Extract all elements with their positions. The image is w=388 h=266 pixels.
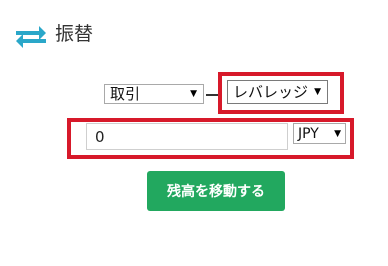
amount-input[interactable]	[86, 123, 288, 150]
to-account-select[interactable]: レバレッジ ▼	[227, 80, 328, 104]
from-account-select[interactable]: 取引 ▼	[104, 84, 204, 104]
transfer-balance-button[interactable]: 残高を移動する	[147, 171, 285, 211]
chevron-down-icon: ▼	[334, 128, 341, 139]
chevron-down-icon: ▼	[314, 87, 321, 97]
transfer-arrows-icon	[16, 26, 46, 48]
currency-value: JPY	[298, 125, 319, 142]
currency-select[interactable]: JPY ▼	[293, 123, 346, 144]
to-account-value: レバレッジ	[233, 83, 309, 101]
chevron-down-icon: ▼	[190, 89, 197, 99]
transfer-panel: 振替 取引 ▼ レバレッジ ▼ JPY ▼ 残高を移動する	[0, 0, 388, 266]
page-title: 振替	[55, 23, 94, 45]
from-account-value: 取引	[110, 85, 141, 103]
